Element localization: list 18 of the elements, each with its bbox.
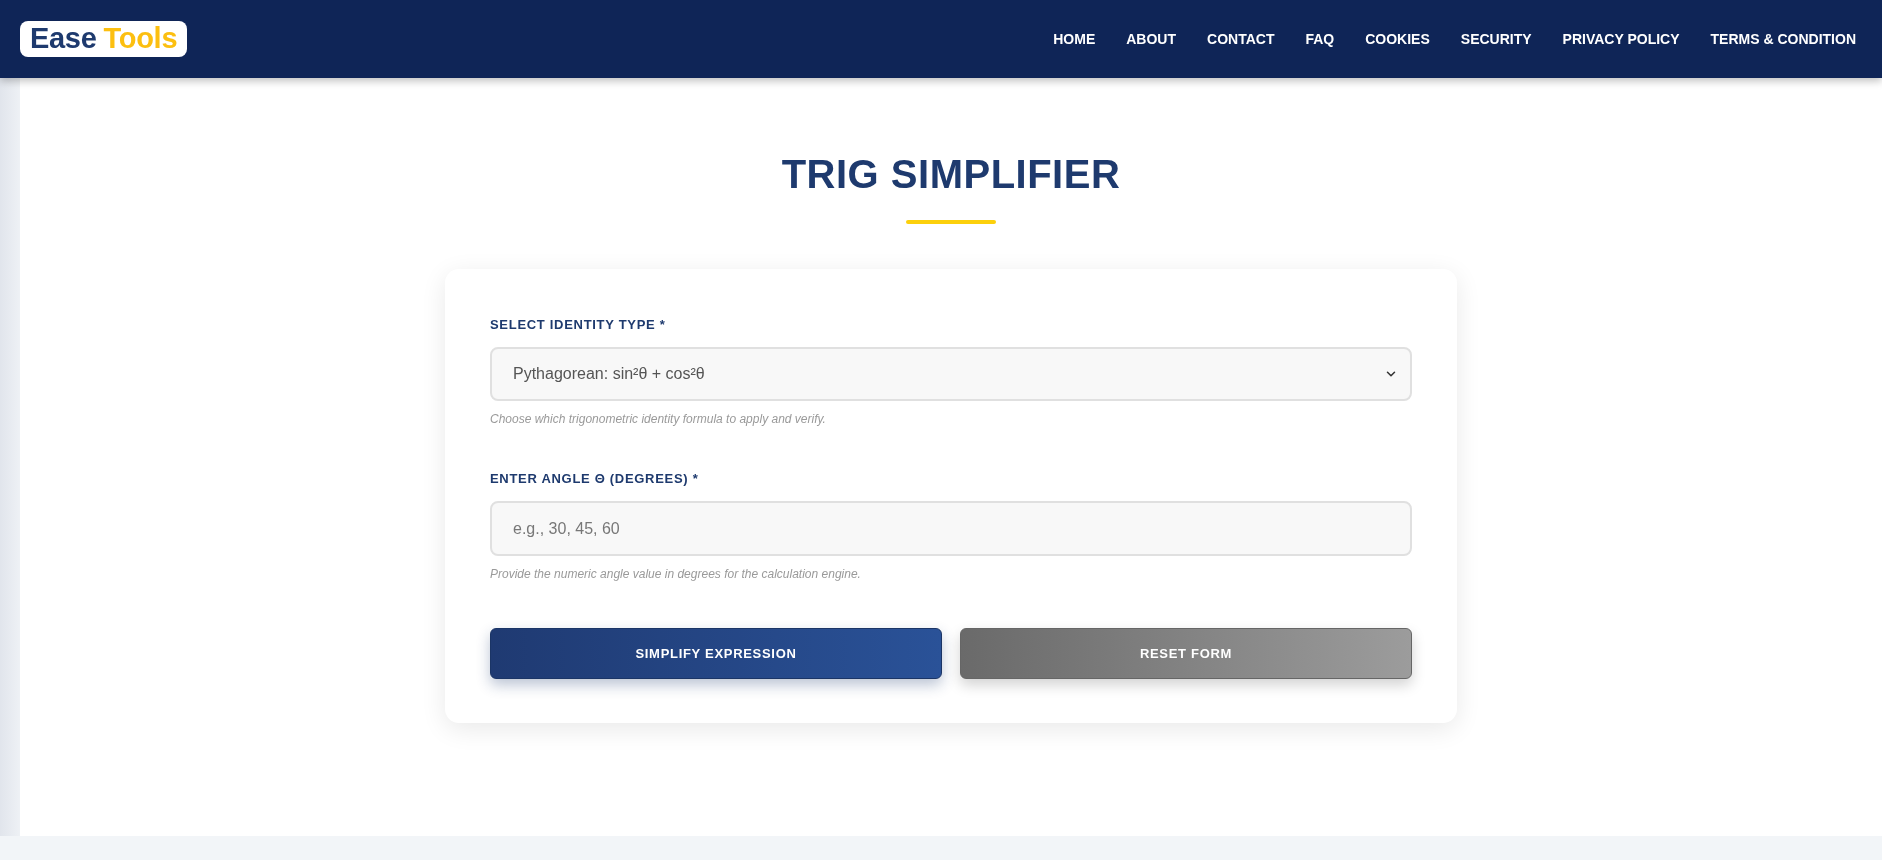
nav-link[interactable]: HOME: [1053, 28, 1096, 50]
nav-link[interactable]: COOKIES: [1365, 28, 1430, 50]
page-title: TRIG SIMPLIFIER: [781, 151, 1121, 198]
nav-link[interactable]: ABOUT: [1126, 28, 1177, 50]
nav-link[interactable]: TERMS & CONDITION: [1710, 28, 1856, 50]
field-hint: Choose which trigonometric identity formula to apply and verify.: [490, 411, 827, 427]
field-label: ENTER ANGLE Θ (DEGREES) *: [490, 471, 700, 487]
field-hint: Provide the numeric angle value in degrees for the calculation engine.: [490, 566, 862, 582]
angle-input[interactable]: e.g., 30, 45, 60: [490, 501, 1412, 556]
nav-link[interactable]: PRIVACY POLICY: [1562, 28, 1680, 50]
nav-link[interactable]: FAQ: [1305, 28, 1335, 50]
simplify-button[interactable]: SIMPLIFY EXPRESSION: [490, 628, 942, 679]
logo[interactable]: Ease Tools: [20, 21, 188, 57]
nav-link[interactable]: SECURITY: [1460, 28, 1532, 50]
nav-link[interactable]: CONTACT: [1207, 28, 1275, 50]
reset-button[interactable]: RESET FORM: [960, 628, 1412, 679]
identity-type-select[interactable]: Pythagorean: sin²θ + cos²θ: [490, 347, 1412, 401]
field-label: SELECT IDENTITY TYPE *: [490, 317, 667, 333]
